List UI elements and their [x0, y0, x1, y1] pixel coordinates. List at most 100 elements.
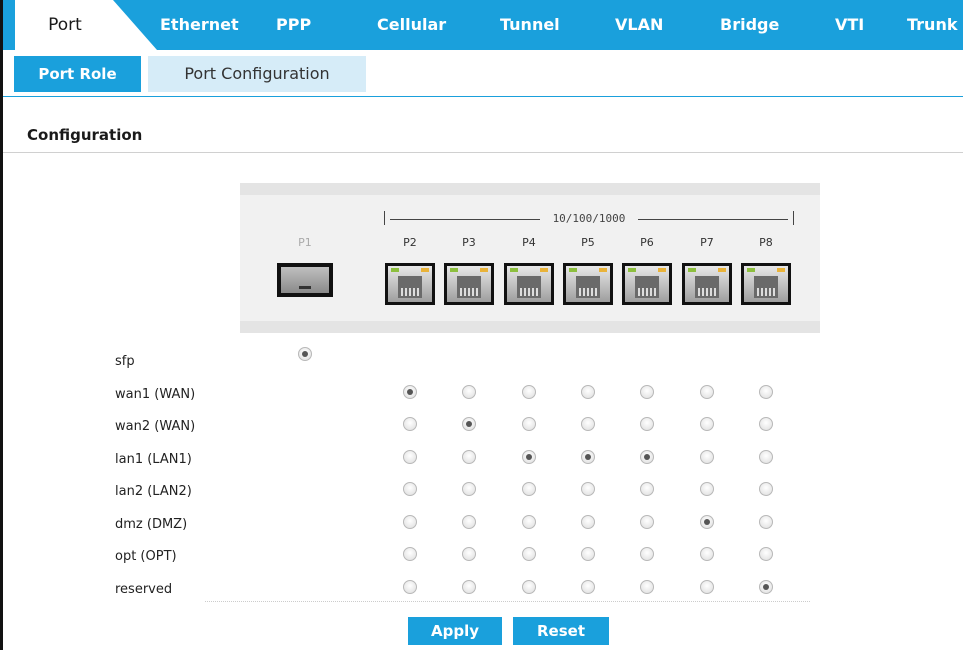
tab-vti[interactable]: VTI: [835, 0, 864, 50]
role-radio-p5[interactable]: [581, 384, 595, 399]
ethernet-jack-icon: [576, 276, 600, 298]
role-radio-p8[interactable]: [759, 384, 773, 399]
sub-tab-bar: Port Role Port Configuration: [3, 50, 963, 97]
tab-trunk[interactable]: Trunk: [907, 0, 957, 50]
role-radio-p4[interactable]: [522, 384, 536, 399]
role-radio-p4[interactable]: [522, 579, 536, 594]
role-radio-p2[interactable]: [403, 514, 417, 529]
role-radio-p5[interactable]: [581, 482, 595, 496]
apply-button[interactable]: Apply: [408, 617, 502, 645]
port-panel: [240, 183, 820, 333]
link-led-icon: [688, 268, 696, 272]
port-label-p5: P5: [581, 236, 595, 249]
role-radio-p2[interactable]: [403, 547, 417, 561]
role-radio-p2[interactable]: [403, 482, 417, 496]
port-label-p2: P2: [403, 236, 417, 249]
ethernet-port-body: [447, 266, 491, 302]
role-radio-p7[interactable]: [700, 514, 714, 529]
role-radio-p3[interactable]: [462, 384, 476, 399]
ethernet-port-body: [566, 266, 610, 302]
role-radio-p5[interactable]: [581, 417, 595, 431]
role-radio-p7[interactable]: [700, 417, 714, 431]
role-label: sfp: [115, 354, 135, 369]
footer-divider: [205, 601, 810, 602]
ethernet-port-icon: [563, 263, 613, 305]
role-radio-p5[interactable]: [581, 449, 595, 464]
role-radio-p6[interactable]: [640, 384, 654, 399]
role-radio-p6[interactable]: [640, 514, 654, 529]
role-radio-p8[interactable]: [759, 579, 773, 594]
role-radio-p8[interactable]: [759, 482, 773, 496]
activity-led-icon: [777, 268, 785, 272]
role-radio-p3[interactable]: [462, 417, 476, 431]
tab-ppp[interactable]: PPP: [276, 0, 311, 50]
role-radio-p4[interactable]: [522, 417, 536, 431]
port-label-p7: P7: [700, 236, 714, 249]
reset-button[interactable]: Reset: [513, 617, 609, 645]
role-radio-p2[interactable]: [403, 417, 417, 431]
role-radio-p6[interactable]: [640, 449, 654, 464]
role-radio-p8[interactable]: [759, 514, 773, 529]
role-radio-p6[interactable]: [640, 417, 654, 431]
link-led-icon: [450, 268, 458, 272]
role-radio-p3[interactable]: [462, 547, 476, 561]
ethernet-port-icon: [385, 263, 435, 305]
role-radio-p5[interactable]: [581, 547, 595, 561]
sfp-port-icon: [277, 263, 333, 297]
role-label: wan1 (WAN): [115, 386, 196, 402]
role-radio-p6[interactable]: [640, 547, 654, 561]
ethernet-port-icon: [444, 263, 494, 305]
activity-led-icon: [718, 268, 726, 272]
role-radio-p3[interactable]: [462, 482, 476, 496]
role-radio-p7[interactable]: [700, 482, 714, 496]
role-radio-p2[interactable]: [403, 579, 417, 594]
link-led-icon: [510, 268, 518, 272]
role-radio-p8[interactable]: [759, 449, 773, 464]
port-label-p1: P1: [298, 236, 312, 249]
role-radio-p6[interactable]: [640, 482, 654, 496]
link-led-icon: [391, 268, 399, 272]
role-radio-p4[interactable]: [522, 547, 536, 561]
role-radio-p1[interactable]: [298, 347, 312, 361]
role-radio-p7[interactable]: [700, 547, 714, 561]
role-radio-p8[interactable]: [759, 417, 773, 431]
role-radio-p5[interactable]: [581, 579, 595, 594]
ethernet-jack-icon: [398, 276, 422, 298]
role-radio-p4[interactable]: [522, 482, 536, 496]
role-label: opt (OPT): [115, 549, 177, 564]
ethernet-jack-icon: [635, 276, 659, 298]
role-radio-p7[interactable]: [700, 579, 714, 594]
subtab-port-configuration[interactable]: Port Configuration: [148, 56, 366, 92]
tab-tunnel[interactable]: Tunnel: [500, 0, 560, 50]
activity-led-icon: [658, 268, 666, 272]
link-led-icon: [628, 268, 636, 272]
tab-bridge[interactable]: Bridge: [720, 0, 779, 50]
role-radio-p2[interactable]: [403, 449, 417, 464]
role-radio-p4[interactable]: [522, 449, 536, 464]
subtab-port-role[interactable]: Port Role: [14, 56, 141, 92]
role-radio-p3[interactable]: [462, 514, 476, 529]
tab-cellular[interactable]: Cellular: [377, 0, 446, 50]
role-radio-p8[interactable]: [759, 547, 773, 561]
ethernet-port-icon: [741, 263, 791, 305]
role-radio-p7[interactable]: [700, 384, 714, 399]
port-label-p8: P8: [759, 236, 773, 249]
tab-port-label: Port: [48, 15, 82, 35]
tab-ethernet[interactable]: Ethernet: [160, 0, 239, 50]
tab-port[interactable]: Port: [15, 0, 157, 50]
role-radio-p6[interactable]: [640, 579, 654, 594]
ethernet-port-body: [388, 266, 432, 302]
link-led-icon: [569, 268, 577, 272]
role-radio-p4[interactable]: [522, 514, 536, 529]
role-radio-p3[interactable]: [462, 449, 476, 464]
speed-line-right: [638, 219, 788, 220]
ethernet-port-body: [685, 266, 729, 302]
role-radio-p5[interactable]: [581, 514, 595, 529]
role-radio-p2[interactable]: [403, 384, 417, 399]
role-radio-p3[interactable]: [462, 579, 476, 594]
role-radio-p7[interactable]: [700, 449, 714, 464]
port-label-p3: P3: [462, 236, 476, 249]
top-tab-bar: Port Ethernet PPP Cellular Tunnel VLAN B…: [3, 0, 963, 50]
tab-vlan[interactable]: VLAN: [615, 0, 663, 50]
role-label: lan2 (LAN2): [115, 484, 192, 499]
